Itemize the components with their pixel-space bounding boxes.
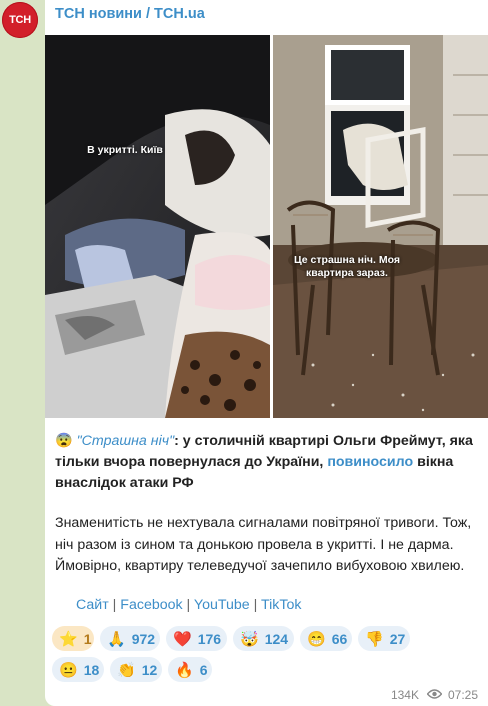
view-count: 134K [390, 688, 419, 702]
link-tiktok[interactable]: TikTok [261, 597, 301, 613]
media-album: В укритті. Київ Це страшна ніч. Моя квар… [45, 35, 488, 418]
reaction-count: 1 [83, 630, 92, 647]
link-separator: | [108, 597, 121, 613]
link-youtube[interactable]: YouTube [194, 597, 250, 613]
link-separator: | [249, 597, 261, 613]
reaction-count: 27 [389, 630, 406, 647]
reaction-count: 66 [331, 630, 348, 647]
thumbs-down-icon: 👎 [365, 630, 384, 648]
social-links: Сайт | Facebook | YouTube | TikTok [76, 597, 301, 613]
message-paragraph: Знаменитість не нехтувала сигналами пові… [55, 515, 472, 574]
reaction-count: 972 [131, 630, 156, 647]
reaction-thumbs-down[interactable]: 👎 27 [358, 626, 410, 651]
reaction-heart[interactable]: ❤️ 176 [166, 626, 227, 651]
left-photo-caption: В укритті. Київ [87, 144, 163, 156]
message-meta: 134K 07:25 [391, 688, 478, 702]
pray-icon: 🙏 [107, 630, 126, 648]
channel-name[interactable]: ТСН новини / TCH.ua [55, 6, 205, 22]
reaction-neutral[interactable]: 😐 18 [52, 657, 104, 682]
reaction-grin[interactable]: 😁 66 [300, 626, 352, 651]
message-time: 07:25 [447, 688, 478, 702]
reaction-clap[interactable]: 👏 12 [110, 657, 162, 682]
mind-blown-icon: 🤯 [240, 630, 259, 648]
channel-avatar[interactable]: ТСН [2, 2, 38, 38]
reaction-count: 6 [199, 661, 208, 678]
fire-icon: 🔥 [175, 661, 194, 679]
photo-broken-window[interactable]: Це страшна ніч. Моя квартира зараз. [273, 35, 488, 418]
photo-car-shelter-image [45, 35, 270, 418]
fear-emoji: 😨 [55, 433, 73, 449]
message-link[interactable]: повиносило [327, 454, 413, 470]
reaction-pray[interactable]: 🙏 972 [100, 626, 160, 651]
reaction-star[interactable]: ⭐ 1 [52, 626, 94, 651]
clap-icon: 👏 [117, 661, 136, 679]
reaction-count: 124 [264, 630, 289, 647]
heart-icon: ❤️ [173, 630, 192, 648]
neutral-face-icon: 😐 [59, 661, 78, 679]
photo-broken-window-image [273, 35, 488, 418]
reaction-count: 18 [83, 661, 100, 678]
reaction-count: 176 [197, 630, 222, 647]
eye-icon [426, 688, 443, 702]
reaction-mind-blown[interactable]: 🤯 124 [233, 626, 294, 651]
message-text: 😨 "Страшна ніч": у столичній квартирі Ол… [55, 431, 483, 494]
photo-car-shelter[interactable]: В укритті. Київ [45, 35, 270, 418]
reaction-count: 12 [141, 661, 158, 678]
right-photo-caption: Це страшна ніч. Моя квартира зараз. [294, 254, 400, 279]
link-site[interactable]: Сайт [76, 597, 109, 613]
link-facebook[interactable]: Facebook [120, 597, 182, 613]
quote-text: "Страшна ніч" [76, 433, 175, 449]
link-separator: | [182, 597, 194, 613]
star-icon: ⭐ [59, 630, 78, 648]
reaction-fire[interactable]: 🔥 6 [168, 657, 212, 682]
grin-icon: 😁 [307, 630, 326, 648]
message-bubble: ТСН новини / TCH.ua В укритті. Київ Це с… [45, 0, 488, 706]
